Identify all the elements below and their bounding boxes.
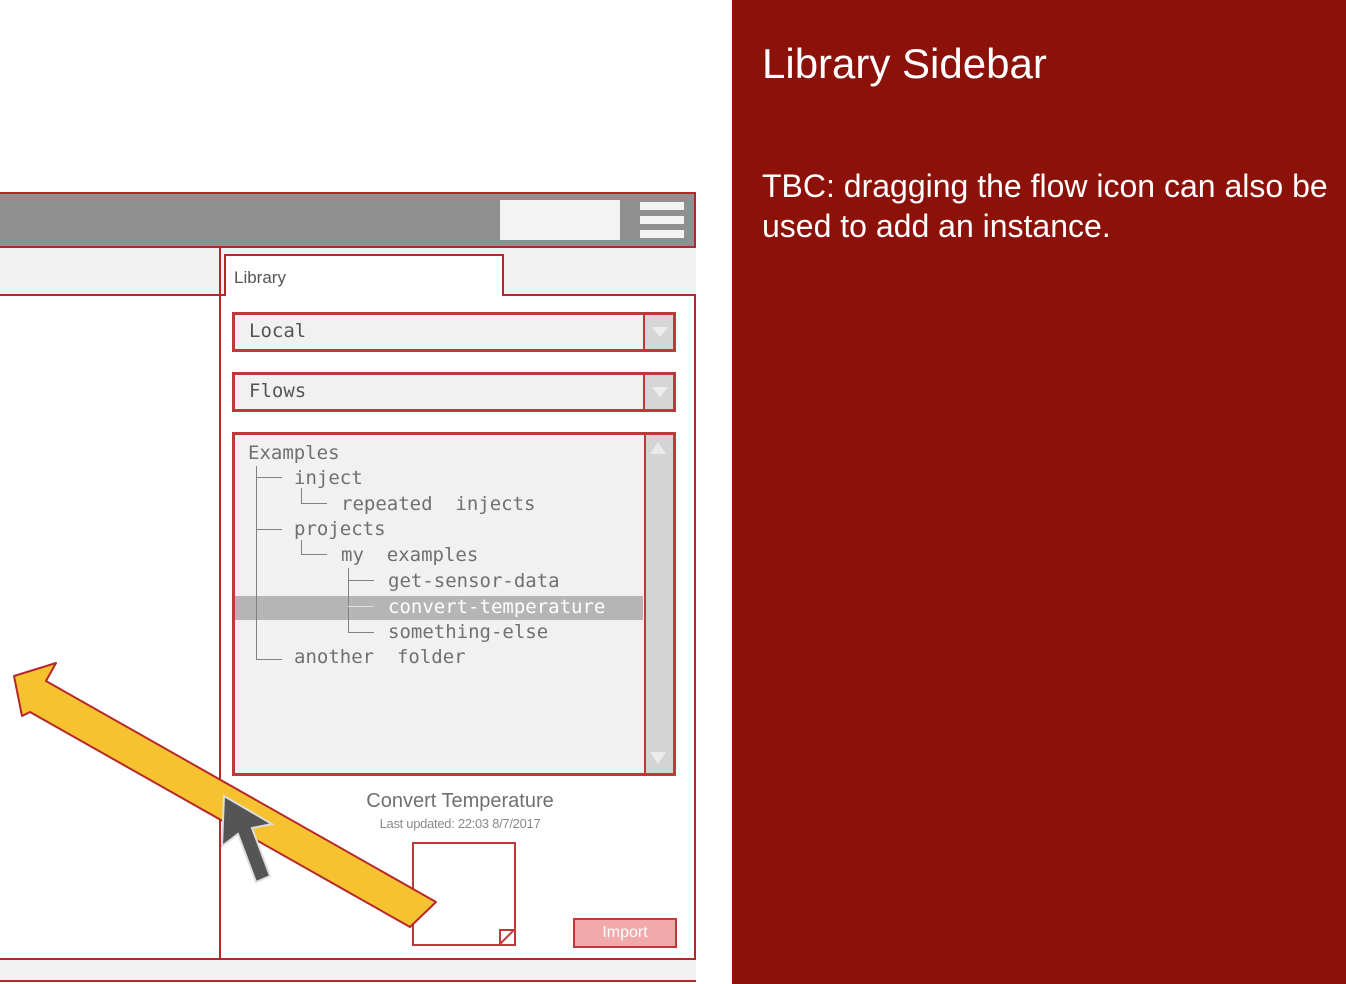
- tree-line: [348, 606, 374, 607]
- tree-line: [348, 632, 374, 633]
- library-type-select[interactable]: Flows: [232, 372, 676, 412]
- tree-line: [256, 466, 257, 660]
- scroll-down-icon[interactable]: [650, 752, 666, 764]
- tree-item[interactable]: another folder: [294, 646, 466, 668]
- tree-item[interactable]: something-else: [388, 621, 548, 643]
- flow-updated: Last updated: 22:03 8/7/2017: [379, 816, 541, 831]
- flow-icon[interactable]: [412, 842, 516, 946]
- tree-line: [256, 477, 282, 478]
- tree-line: [348, 568, 349, 632]
- tree-item[interactable]: Examples: [248, 442, 340, 464]
- slide-title: Library Sidebar: [762, 40, 1047, 87]
- library-source-select[interactable]: Local: [232, 312, 676, 352]
- dropdown-arrow-icon[interactable]: [643, 375, 673, 409]
- import-button[interactable]: Import: [573, 918, 677, 948]
- sidebar-divider[interactable]: [219, 248, 221, 982]
- tree-line: [256, 659, 282, 660]
- tree-scrollbar[interactable]: [644, 435, 673, 773]
- flow-title: Convert Temperature: [366, 790, 554, 812]
- tree-item[interactable]: my examples: [341, 544, 478, 566]
- library-type-value: Flows: [249, 380, 307, 402]
- tree-line: [256, 529, 282, 530]
- tree-line: [301, 554, 327, 555]
- tree-item[interactable]: inject: [294, 467, 363, 489]
- tree-line: [301, 540, 302, 555]
- tree-line: [301, 503, 327, 504]
- library-source-value: Local: [249, 320, 307, 342]
- tree-line: [348, 580, 374, 581]
- tree-line: [301, 488, 302, 504]
- annotation-panel: [732, 0, 1346, 984]
- tree-item[interactable]: projects: [294, 518, 386, 540]
- hamburger-menu-icon[interactable]: [640, 202, 684, 238]
- tree-item-selected[interactable]: convert-temperature: [388, 596, 605, 618]
- header-search-box[interactable]: [500, 200, 620, 240]
- status-bar: [0, 958, 696, 980]
- tree-item[interactable]: repeated injects: [341, 493, 535, 515]
- slide-note: TBC: dragging the flow icon can also be …: [762, 168, 1328, 244]
- tree-item[interactable]: get-sensor-data: [388, 570, 560, 592]
- scroll-up-icon[interactable]: [650, 442, 666, 454]
- tab-library[interactable]: Library: [224, 254, 504, 296]
- dropdown-arrow-icon[interactable]: [643, 315, 673, 349]
